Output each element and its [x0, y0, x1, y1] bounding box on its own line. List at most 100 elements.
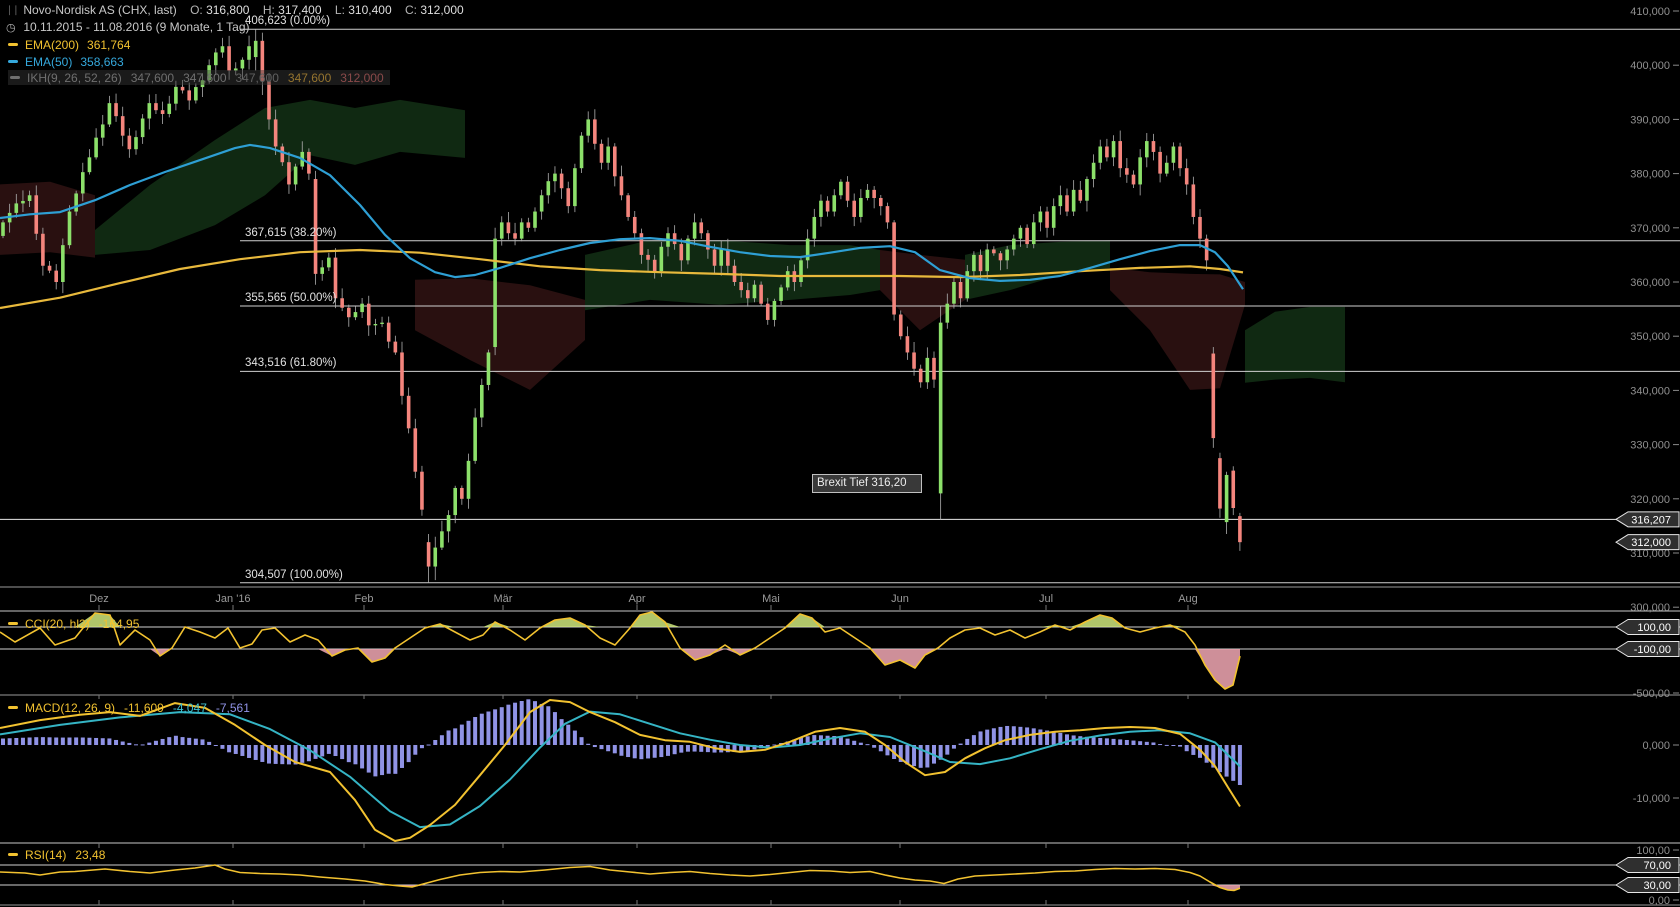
- macd-histogram-bar: [600, 745, 604, 749]
- candle-body: [134, 137, 138, 149]
- fib-level-label[interactable]: 367,615 (38.20%): [245, 227, 336, 239]
- candle-body: [294, 167, 298, 185]
- macd-histogram-bar: [127, 743, 131, 745]
- candle-body: [15, 203, 19, 212]
- macd-histogram-bar: [107, 738, 111, 745]
- candle-body: [1092, 163, 1096, 179]
- macd-histogram-bar: [526, 699, 530, 745]
- candle-body: [540, 195, 544, 211]
- candle-body: [946, 304, 950, 323]
- trading-chart-window: DezJan '16FebMärAprMaiJunJulAug410,00040…: [0, 0, 1680, 907]
- macd-histogram-bar: [1, 739, 5, 745]
- candle-body: [879, 198, 883, 206]
- candle-body: [194, 87, 198, 100]
- legend-rsi[interactable]: RSI(14) 23,48: [8, 847, 105, 862]
- candle-body: [680, 244, 684, 260]
- ema50-swatch-icon: [8, 60, 18, 63]
- macd-histogram-bar: [247, 745, 251, 758]
- close-value: 312,000: [420, 3, 463, 17]
- ema200-label: EMA(200): [25, 38, 79, 52]
- candle-body: [606, 147, 610, 163]
- candle-body: [340, 298, 344, 307]
- fib-level-label[interactable]: 343,516 (61.80%): [245, 357, 336, 369]
- candle-body: [985, 249, 989, 271]
- price-axis-label: 380,000: [1630, 169, 1670, 181]
- macd-histogram-bar: [1098, 738, 1102, 745]
- candle-body: [999, 253, 1003, 260]
- fib-level-label[interactable]: 355,565 (50.00%): [245, 292, 336, 304]
- candle-body: [1145, 141, 1149, 157]
- annotation-box[interactable]: Brexit Tief 316,20: [812, 474, 922, 493]
- cci-value: -164,95: [99, 617, 140, 631]
- candle-body: [899, 315, 903, 337]
- macd-histogram-bar: [639, 745, 643, 759]
- macd-histogram-bar: [373, 745, 377, 776]
- macd-histogram-bar: [68, 737, 72, 745]
- candle-body: [154, 103, 158, 110]
- candle-body: [713, 249, 717, 265]
- legend-cci[interactable]: CCI(20, hl2) -164,95: [8, 616, 139, 631]
- macd-histogram-bar: [666, 745, 670, 756]
- macd-histogram-bar: [1138, 741, 1142, 745]
- cci-axis-label: -500,00: [1633, 688, 1670, 700]
- legend-macd[interactable]: MACD(12, 26, 9) -11,609 -4,047 -7,561: [8, 700, 250, 715]
- macd-histogram-bar: [846, 739, 850, 745]
- fib-level-label[interactable]: 406,623 (0.00%): [245, 15, 330, 27]
- macd-histogram-bar: [8, 738, 12, 745]
- price-axis-label: 330,000: [1630, 440, 1670, 452]
- candle-body: [241, 60, 245, 69]
- candle-body: [620, 176, 624, 195]
- macd-histogram-bar: [959, 744, 963, 745]
- macd-histogram-bar: [812, 735, 816, 745]
- macd-histogram-bar: [413, 745, 417, 755]
- legend-ikh[interactable]: IKH(9, 26, 52, 26) 347,600 347,600 347,6…: [8, 70, 390, 85]
- macd-histogram-bar: [1171, 745, 1175, 746]
- candle-body: [347, 308, 351, 317]
- macd-histogram-bar: [580, 737, 584, 745]
- candle-body: [786, 271, 790, 287]
- candle-body: [374, 324, 378, 325]
- candle-body: [979, 255, 983, 271]
- candle-body: [1, 222, 5, 236]
- candle-body: [560, 174, 564, 189]
- candle-body: [719, 249, 723, 265]
- macd-histogram-bar: [1125, 740, 1129, 745]
- legend-ema200[interactable]: EMA(200) 361,764: [8, 37, 130, 52]
- macd-histogram-bar: [447, 730, 451, 745]
- macd-histogram-bar: [274, 745, 278, 764]
- ichimoku-cloud: [0, 182, 95, 258]
- candle-body: [327, 258, 331, 268]
- candle-body: [1125, 168, 1129, 175]
- candle-body: [1059, 195, 1063, 206]
- macd-histogram-bar: [1158, 744, 1162, 745]
- candle-body: [553, 174, 557, 182]
- rsi-axis-label: 0,00: [1649, 895, 1670, 907]
- macd-histogram-bar: [653, 745, 657, 758]
- candle-body: [1138, 157, 1142, 184]
- candle-body: [912, 352, 916, 368]
- macd-histogram-bar: [48, 737, 52, 745]
- candle-body: [68, 212, 72, 246]
- candle-body: [1072, 190, 1076, 212]
- candle-body: [919, 369, 923, 383]
- candle-body: [74, 193, 78, 211]
- chart-canvas[interactable]: DezJan '16FebMärAprMaiJunJulAug410,00040…: [0, 0, 1680, 907]
- candle-body: [167, 104, 171, 114]
- legend-ema50[interactable]: EMA(50) 358,663: [8, 54, 124, 69]
- candle-body: [1192, 184, 1196, 217]
- candle-body: [839, 182, 843, 196]
- candle-body: [174, 87, 178, 104]
- candle-body: [407, 396, 411, 429]
- macd-histogram-bar: [859, 743, 863, 745]
- candle-body: [600, 144, 604, 163]
- month-label: Mär: [494, 593, 513, 605]
- candle-body: [28, 195, 32, 201]
- macd-histogram-bar: [1231, 745, 1235, 781]
- candle-body: [254, 41, 258, 57]
- candle-body: [640, 233, 644, 255]
- candle-body: [1185, 168, 1189, 184]
- macd-histogram-bar: [74, 737, 78, 745]
- candle-body: [773, 301, 777, 320]
- fib-level-label[interactable]: 304,507 (100.00%): [245, 569, 343, 581]
- candle-body: [626, 195, 630, 217]
